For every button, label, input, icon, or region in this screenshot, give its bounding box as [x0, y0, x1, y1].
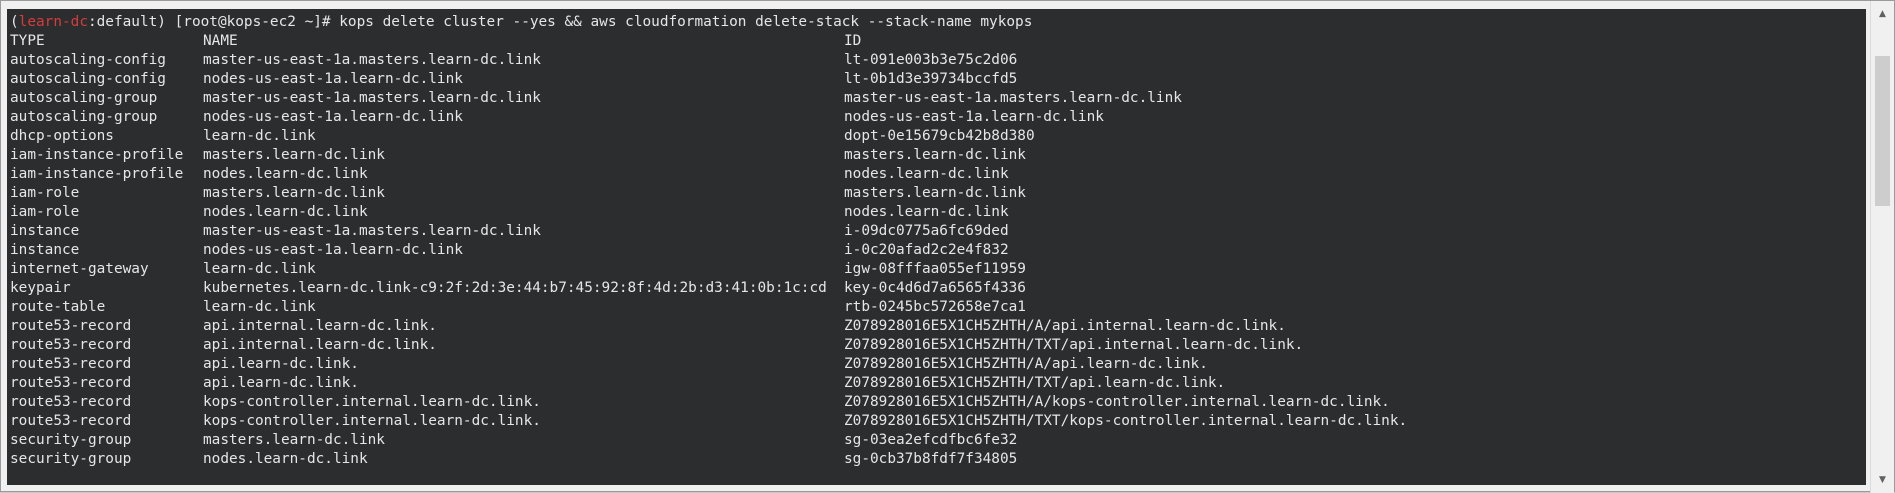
row-name: master-us-east-1a.masters.learn-dc.link — [203, 223, 541, 239]
header-type: TYPE — [10, 33, 45, 49]
row-name: nodes-us-east-1a.learn-dc.link — [203, 242, 463, 258]
row-id: lt-091e003b3e75c2d06 — [844, 52, 1018, 68]
prompt-user-host: [root@kops-ec2 ~]# — [174, 14, 340, 30]
header-name: NAME — [203, 33, 238, 49]
row-id: nodes-us-east-1a.learn-dc.link — [844, 109, 1104, 125]
row-name: api.internal.learn-dc.link. — [203, 337, 437, 353]
row-name: api.learn-dc.link. — [203, 356, 359, 372]
row-id: masters.learn-dc.link — [844, 147, 1026, 163]
row-type: dhcp-options — [10, 128, 114, 144]
row-name: nodes.learn-dc.link — [203, 451, 368, 467]
row-id: nodes.learn-dc.link — [844, 166, 1009, 182]
row-name: nodes.learn-dc.link — [203, 166, 368, 182]
row-id: Z078928016E5X1CH5ZHTH/TXT/kops-controlle… — [844, 413, 1408, 429]
scroll-down-icon[interactable]: ▼ — [1871, 471, 1894, 489]
terminal-output[interactable]: (learn-dc:default) [root@kops-ec2 ~]# ko… — [7, 9, 1866, 487]
row-id: masters.learn-dc.link — [844, 185, 1026, 201]
row-type: route53-record — [10, 375, 132, 391]
row-id: sg-03ea2efcdfbc6fe32 — [844, 432, 1018, 448]
bottom-border — [1, 485, 1872, 491]
vertical-scrollbar[interactable]: ▲ ▼ — [1870, 1, 1894, 493]
row-name: master-us-east-1a.masters.learn-dc.link — [203, 52, 541, 68]
row-name: nodes-us-east-1a.learn-dc.link — [203, 109, 463, 125]
row-type: route53-record — [10, 337, 132, 353]
row-name: nodes.learn-dc.link — [203, 204, 368, 220]
prompt-context: :default) — [87, 14, 175, 30]
row-type: autoscaling-config — [10, 52, 166, 68]
row-type: security-group — [10, 451, 132, 467]
row-id: sg-0cb37b8fdf7f34805 — [844, 451, 1018, 467]
row-type: iam-role — [10, 204, 80, 220]
row-id: Z078928016E5X1CH5ZHTH/TXT/api.learn-dc.l… — [844, 375, 1226, 391]
row-type: iam-role — [10, 185, 80, 201]
row-type: route53-record — [10, 318, 132, 334]
row-name: masters.learn-dc.link — [203, 432, 385, 448]
prompt-paren: ( — [10, 14, 19, 30]
row-id: lt-0b1d3e39734bccfd5 — [844, 71, 1018, 87]
row-type: route53-record — [10, 413, 132, 429]
row-id: Z078928016E5X1CH5ZHTH/TXT/api.internal.l… — [844, 337, 1304, 353]
row-type: keypair — [10, 280, 71, 296]
row-name: learn-dc.link — [203, 128, 316, 144]
row-name: api.learn-dc.link. — [203, 375, 359, 391]
row-type: autoscaling-group — [10, 90, 158, 106]
row-id: master-us-east-1a.masters.learn-dc.link — [844, 90, 1182, 106]
row-type: autoscaling-group — [10, 109, 158, 125]
row-type: internet-gateway — [10, 261, 149, 277]
row-name: masters.learn-dc.link — [203, 185, 385, 201]
row-name: learn-dc.link — [203, 299, 316, 315]
row-id: igw-08fffaa055ef11959 — [844, 261, 1026, 277]
row-type: iam-instance-profile — [10, 147, 184, 163]
row-id: dopt-0e15679cb42b8d380 — [844, 128, 1035, 144]
row-id: i-0c20afad2c2e4f832 — [844, 242, 1009, 258]
row-name: kubernetes.learn-dc.link-c9:2f:2d:3e:44:… — [203, 280, 827, 296]
row-id: nodes.learn-dc.link — [844, 204, 1009, 220]
row-type: autoscaling-config — [10, 71, 166, 87]
row-type: route-table — [10, 299, 106, 315]
row-id: Z078928016E5X1CH5ZHTH/A/api.learn-dc.lin… — [844, 356, 1208, 372]
row-type: instance — [10, 242, 80, 258]
command-line: (learn-dc:default) [root@kops-ec2 ~]# ko… — [10, 13, 1032, 32]
row-name: masters.learn-dc.link — [203, 147, 385, 163]
scroll-up-icon[interactable]: ▲ — [1871, 5, 1894, 23]
terminal-window: (learn-dc:default) [root@kops-ec2 ~]# ko… — [0, 0, 1895, 493]
table-header: TYPE NAME ID — [10, 32, 861, 51]
row-name: learn-dc.link — [203, 261, 316, 277]
row-type: route53-record — [10, 356, 132, 372]
prompt-env-name: learn-dc — [18, 14, 88, 30]
row-type: instance — [10, 223, 80, 239]
row-id: key-0c4d6d7a6565f4336 — [844, 280, 1026, 296]
row-name: nodes-us-east-1a.learn-dc.link — [203, 71, 463, 87]
row-id: rtb-0245bc572658e7ca1 — [844, 299, 1026, 315]
row-id: i-09dc0775a6fc69ded — [844, 223, 1009, 239]
row-type: security-group — [10, 432, 132, 448]
row-name: api.internal.learn-dc.link. — [203, 318, 437, 334]
row-id: Z078928016E5X1CH5ZHTH/A/kops-controller.… — [844, 394, 1390, 410]
row-name: kops-controller.internal.learn-dc.link. — [203, 413, 541, 429]
row-type: route53-record — [10, 394, 132, 410]
header-id: ID — [844, 33, 862, 49]
command-text: kops delete cluster --yes && aws cloudfo… — [339, 14, 1033, 30]
row-type: iam-instance-profile — [10, 166, 184, 182]
row-name: kops-controller.internal.learn-dc.link. — [203, 394, 541, 410]
row-name: master-us-east-1a.masters.learn-dc.link — [203, 90, 541, 106]
row-id: Z078928016E5X1CH5ZHTH/A/api.internal.lea… — [844, 318, 1286, 334]
scroll-thumb[interactable] — [1875, 56, 1890, 206]
